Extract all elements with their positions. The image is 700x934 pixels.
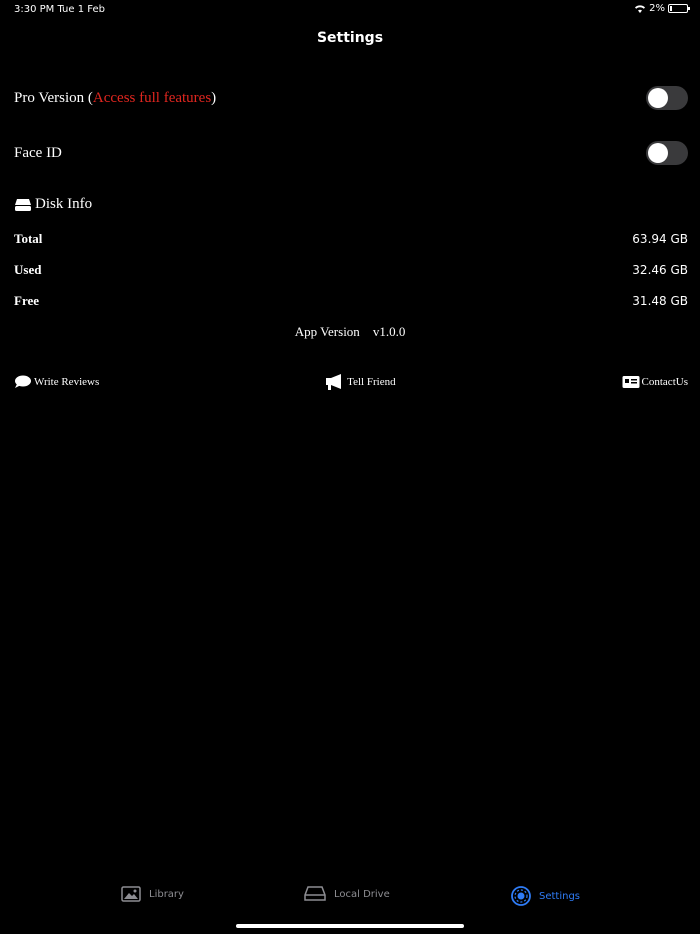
tell-friend-label: Tell Friend — [347, 376, 396, 388]
pro-version-row[interactable]: Pro Version (Access full features) — [14, 86, 688, 110]
disk-label: Free — [14, 293, 40, 308]
pro-version-label: Pro Version (Access full features) — [14, 90, 216, 107]
megaphone-icon — [326, 374, 342, 390]
settings-icon — [511, 886, 531, 906]
face-id-label: Face ID — [14, 144, 62, 161]
disk-value: 31.48 GB — [632, 294, 688, 308]
pro-version-text: Pro Version ( — [14, 89, 93, 106]
tab-library-label: Library — [149, 888, 184, 900]
disk-value: 32.46 GB — [632, 263, 688, 277]
pro-version-toggle[interactable] — [646, 86, 688, 110]
tell-friend-button[interactable]: Tell Friend — [325, 373, 396, 391]
disk-info-header: Disk Info — [14, 196, 92, 213]
disk-row-used: Used 32.46 GB — [14, 262, 688, 278]
battery-percent: 2% — [649, 3, 665, 14]
tab-settings[interactable]: Settings — [511, 886, 580, 906]
tab-settings-label: Settings — [539, 890, 581, 902]
tab-library[interactable]: Library — [121, 886, 184, 902]
app-version-label: App Version — [294, 324, 360, 339]
status-bar: 3:30 PM Tue 1 Feb 2% — [0, 0, 700, 20]
disk-value: 63.94 GB — [632, 232, 688, 246]
contact-us-button[interactable]: ContactUs — [622, 375, 688, 389]
pro-version-suffix: ) — [211, 89, 217, 106]
toggle-knob — [648, 143, 668, 163]
write-reviews-label: Write Reviews — [34, 376, 100, 388]
drive-icon — [304, 886, 326, 901]
status-time: 3:30 PM Tue 1 Feb — [14, 4, 105, 15]
tab-bar: Library Local Drive Settings — [0, 874, 700, 934]
app-version: App Version v1.0.0 — [0, 324, 700, 340]
photo-icon — [121, 886, 141, 902]
status-right: 2% — [634, 3, 690, 14]
toggle-knob — [648, 88, 668, 108]
face-id-toggle[interactable] — [646, 141, 688, 165]
tab-local-drive-label: Local Drive — [334, 888, 390, 900]
disk-icon — [15, 198, 31, 211]
pro-version-accent[interactable]: Access full features — [93, 90, 211, 106]
action-row: Write Reviews Tell Friend ContactUs — [14, 372, 688, 392]
speech-bubble-icon — [15, 375, 31, 388]
app-version-value: v1.0.0 — [372, 324, 406, 339]
page-title: Settings — [316, 30, 384, 46]
disk-info-title: Disk Info — [35, 196, 93, 212]
contact-card-icon — [622, 376, 640, 388]
disk-label: Used — [14, 262, 42, 277]
write-reviews-button[interactable]: Write Reviews — [14, 375, 99, 389]
tab-local-drive[interactable]: Local Drive — [304, 886, 390, 902]
disk-row-total: Total 63.94 GB — [14, 231, 688, 247]
home-indicator[interactable] — [236, 924, 464, 928]
disk-row-free: Free 31.48 GB — [14, 293, 688, 309]
contact-us-label: ContactUs — [641, 376, 688, 388]
face-id-row[interactable]: Face ID — [14, 141, 688, 165]
disk-label: Total — [14, 231, 43, 246]
wifi-icon — [635, 4, 646, 13]
battery-icon — [668, 4, 690, 13]
